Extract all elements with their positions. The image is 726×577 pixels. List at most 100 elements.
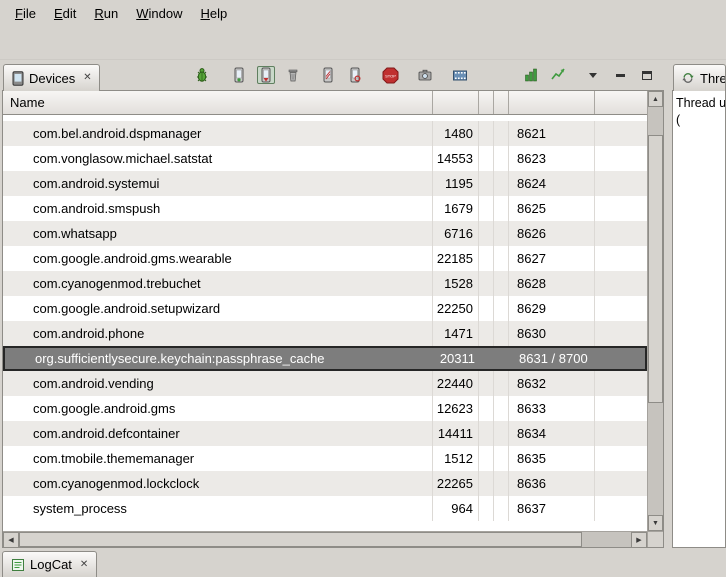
scroll-right-button[interactable]: ▶ — [631, 532, 647, 548]
start-method-profiling-icon[interactable] — [346, 66, 364, 84]
table-row[interactable]: com.whatsapp 6716 8626 — [3, 221, 647, 246]
process-pid: 1512 — [433, 446, 479, 471]
scroll-up-button[interactable]: ▲ — [648, 91, 663, 107]
menu-window[interactable]: Window — [127, 3, 191, 24]
row-filler — [595, 396, 647, 421]
menu-file[interactable]: File — [6, 3, 45, 24]
table-row[interactable]: com.google.android.gms.wearable 22185 86… — [3, 246, 647, 271]
table-row[interactable]: com.android.phone 1471 8630 — [3, 321, 647, 346]
logcat-icon — [11, 558, 25, 572]
menu-edit[interactable]: Edit — [45, 3, 85, 24]
process-name: com.android.smspush — [3, 196, 433, 221]
table-row[interactable]: com.android.defcontainer 14411 8634 — [3, 421, 647, 446]
debug-icon[interactable] — [193, 66, 211, 84]
tab-logcat[interactable]: LogCat ✕ — [2, 551, 97, 577]
column-header-port[interactable] — [509, 91, 595, 114]
status-cell-1 — [479, 471, 494, 496]
process-pid: 20311 — [435, 348, 481, 369]
table-row[interactable]: com.cyanogenmod.trebuchet 1528 8628 — [3, 271, 647, 296]
capture-video-icon[interactable] — [451, 66, 469, 84]
menu-help[interactable]: Help — [191, 3, 236, 24]
process-pid: 22440 — [433, 371, 479, 396]
process-port: 8633 — [509, 396, 595, 421]
process-name: com.google.android.setupwizard — [3, 296, 433, 321]
process-name: com.android.vending — [3, 371, 433, 396]
process-pid: 964 — [433, 496, 479, 521]
status-cell-2 — [494, 146, 509, 171]
column-header-status-2[interactable] — [494, 91, 509, 114]
table-row[interactable]: org.sufficientlysecure.keychain:passphra… — [3, 346, 647, 371]
cause-gc-icon[interactable] — [284, 66, 302, 84]
table-row[interactable]: com.vonglasow.michael.satstat 14553 8623 — [3, 146, 647, 171]
table-row[interactable]: com.tmobile.thememanager 1512 8635 — [3, 446, 647, 471]
devices-tab-bar: Devices ✕ — [2, 60, 664, 90]
maximize-icon[interactable] — [638, 66, 656, 84]
tree-view-icon[interactable] — [522, 66, 540, 84]
tab-devices[interactable]: Devices ✕ — [3, 64, 100, 91]
table-row[interactable]: com.android.vending 22440 8632 — [3, 371, 647, 396]
status-cell-2 — [494, 196, 509, 221]
row-filler — [595, 446, 647, 471]
status-cell-2 — [494, 371, 509, 396]
process-port: 8623 — [509, 146, 595, 171]
process-pid: 6716 — [433, 221, 479, 246]
column-header-name[interactable]: Name — [3, 91, 433, 114]
table-row[interactable]: com.google.android.gms 12623 8633 — [3, 396, 647, 421]
row-filler — [595, 246, 647, 271]
process-port: 8635 — [509, 446, 595, 471]
process-name: system_process — [3, 496, 433, 521]
tab-threads[interactable]: Threads ✕ — [673, 64, 726, 91]
status-cell-2 — [494, 271, 509, 296]
update-heap-icon[interactable] — [230, 66, 248, 84]
horizontal-scrollbar-thumb[interactable] — [19, 532, 582, 547]
tab-threads-label: Threads — [700, 71, 726, 86]
vertical-scrollbar-thumb[interactable] — [648, 135, 663, 403]
menu-run[interactable]: Run — [85, 3, 127, 24]
pixel-perfect-icon[interactable] — [549, 66, 567, 84]
table-row[interactable]: com.bel.android.dspmanager 1480 8621 — [3, 121, 647, 146]
threads-icon — [681, 71, 695, 85]
table-row[interactable]: system_process 964 8637 — [3, 496, 647, 521]
status-cell-1 — [479, 321, 494, 346]
process-port: 8629 — [509, 296, 595, 321]
scroll-left-button[interactable]: ◀ — [3, 532, 19, 548]
device-icon — [11, 70, 24, 86]
process-port: 8630 — [509, 321, 595, 346]
scroll-down-button[interactable]: ▼ — [648, 515, 663, 531]
table-header-row: Name — [3, 91, 647, 115]
process-name: com.vonglasow.michael.satstat — [3, 146, 433, 171]
table-row[interactable]: com.android.systemui 1195 8624 — [3, 171, 647, 196]
row-filler — [595, 221, 647, 246]
process-port: 8636 — [509, 471, 595, 496]
process-port: 8624 — [509, 171, 595, 196]
vertical-scrollbar-track[interactable] — [648, 107, 663, 515]
table-row[interactable]: com.cyanogenmod.lockclock 22265 8636 — [3, 471, 647, 496]
screen-capture-icon[interactable] — [416, 66, 434, 84]
column-header-filler — [595, 91, 647, 114]
process-port: 8634 — [509, 421, 595, 446]
update-threads-icon[interactable] — [319, 66, 337, 84]
horizontal-scrollbar-track[interactable] — [19, 532, 631, 547]
process-pid: 1195 — [433, 171, 479, 196]
status-cell-2 — [494, 246, 509, 271]
column-header-status-1[interactable] — [479, 91, 494, 114]
column-header-pid[interactable] — [433, 91, 479, 114]
process-port: 8627 — [509, 246, 595, 271]
minimize-icon[interactable] — [611, 66, 629, 84]
process-pid: 14411 — [433, 421, 479, 446]
horizontal-scrollbar[interactable]: ◀ ▶ — [3, 531, 647, 547]
table-row[interactable]: com.android.smspush 1679 8625 — [3, 196, 647, 221]
stop-process-icon[interactable]: STOP — [381, 66, 399, 84]
status-cell-1 — [479, 171, 494, 196]
status-cell-1 — [479, 121, 494, 146]
dump-hprof-icon[interactable] — [257, 66, 275, 84]
process-name: com.android.phone — [3, 321, 433, 346]
view-menu-icon[interactable] — [584, 66, 602, 84]
threads-content: Thread up ( — [672, 90, 726, 548]
panel-sash[interactable] — [664, 60, 672, 548]
close-icon[interactable]: ✕ — [80, 560, 88, 570]
close-icon[interactable]: ✕ — [83, 73, 91, 83]
table-row[interactable]: com.google.android.setupwizard 22250 862… — [3, 296, 647, 321]
vertical-scrollbar[interactable]: ▲ ▼ — [647, 91, 663, 531]
status-cell-2 — [494, 421, 509, 446]
